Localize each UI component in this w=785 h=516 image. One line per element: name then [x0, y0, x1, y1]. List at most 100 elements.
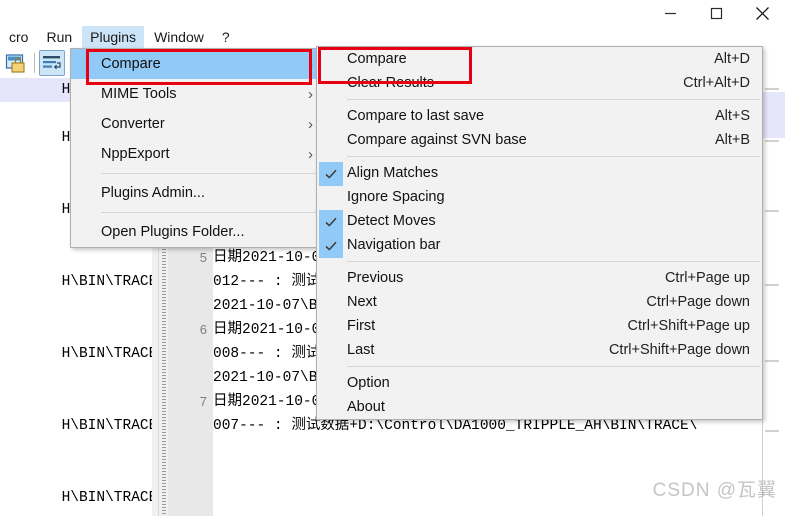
line-number — [168, 270, 207, 294]
compare-submenu[interactable]: Compare Alt+D Clear Results Ctrl+Alt+D Compa… — [316, 46, 763, 420]
menu-item-shortcut: Ctrl+Page down — [646, 294, 750, 310]
line-number — [168, 366, 207, 390]
navbar-marker — [765, 88, 779, 90]
compare-menu-item-navigation-bar[interactable]: Navigation bar — [317, 233, 762, 258]
menu-item-shortcut: Alt+D — [714, 51, 750, 67]
menu-item-label: MIME Tools — [101, 86, 177, 102]
compare-menu-item-next[interactable]: Next Ctrl+Page down — [317, 290, 762, 314]
toolbar-separator — [34, 53, 35, 73]
save-all-locked-icon — [5, 54, 25, 73]
title-bar — [0, 0, 785, 26]
menu-item-shortcut: Alt+S — [714, 108, 750, 124]
menu-separator — [101, 173, 319, 174]
left-code-line — [0, 318, 152, 342]
compare-menu-item-clear-results[interactable]: Clear Results Ctrl+Alt+D — [317, 71, 762, 95]
plugins-dropdown-menu[interactable]: Compare › MIME Tools › Converter › NppExport › P… — [70, 48, 322, 248]
menu-item-label: Detect Moves — [347, 213, 436, 229]
compare-menu-item-compare-against-svn-base[interactable]: Compare against SVN base Alt+B — [317, 128, 762, 152]
menubar-item-macro[interactable]: cro — [1, 26, 36, 48]
line-number — [168, 342, 207, 366]
menubar-item-help[interactable]: ? — [214, 26, 238, 48]
menu-item-label: Compare — [101, 56, 161, 72]
menu-item-shortcut: Ctrl+Shift+Page up — [627, 318, 750, 334]
compare-menu-item-ignore-spacing[interactable]: Ignore Spacing — [317, 185, 762, 209]
navbar-marker — [765, 360, 779, 362]
save-all-locked-button[interactable] — [3, 50, 29, 76]
menu-item-label: About — [347, 399, 385, 415]
menu-bar: cro Run Plugins Window ? — [0, 26, 785, 48]
compare-navigation-bar[interactable] — [762, 78, 785, 516]
compare-menu-item-about[interactable]: About — [317, 395, 762, 419]
chevron-right-icon: › — [308, 115, 313, 133]
compare-menu-item-align-matches[interactable]: Align Matches — [317, 161, 762, 186]
check-icon — [325, 241, 337, 251]
left-code-line — [0, 438, 152, 462]
menu-item-shortcut: Ctrl+Page up — [664, 270, 750, 286]
left-code-line — [0, 246, 152, 270]
chevron-right-icon: › — [308, 145, 313, 163]
navbar-marker — [765, 140, 779, 142]
menu-item-label: Compare — [347, 51, 407, 67]
menu-item-checkbox[interactable] — [319, 210, 343, 234]
word-wrap-button[interactable] — [39, 50, 65, 76]
line-number: 7 — [199, 394, 207, 409]
menubar-item-run[interactable]: Run — [38, 26, 80, 48]
line-number — [168, 294, 207, 318]
menu-item-shortcut: Alt+B — [714, 132, 750, 148]
word-wrap-icon — [43, 56, 61, 70]
line-number — [168, 414, 207, 438]
check-icon — [325, 217, 337, 227]
left-code-line: H\BIN\TRACE\ — [61, 490, 152, 506]
maximize-icon — [710, 7, 722, 19]
menu-item-label: Align Matches — [347, 165, 439, 181]
left-code-line — [0, 462, 152, 486]
check-icon — [325, 169, 337, 179]
compare-menu-item-option[interactable]: Option — [317, 371, 762, 395]
menu-item-checkbox[interactable] — [319, 234, 343, 258]
plugins-menu-item-mime-tools[interactable]: MIME Tools › — [71, 79, 321, 109]
left-code-line — [0, 294, 152, 318]
compare-menu-item-previous[interactable]: Previous Ctrl+Page up — [317, 266, 762, 290]
line-number: 5 — [199, 250, 207, 265]
plugins-menu-item-compare[interactable]: Compare › — [71, 49, 321, 79]
left-code-line: H\BIN\TRACE\ — [61, 418, 152, 434]
menu-item-checkbox[interactable] — [319, 162, 343, 186]
menu-item-label: Open Plugins Folder... — [101, 224, 245, 240]
chevron-right-icon: › — [308, 55, 313, 73]
left-code-line: H\BIN\TRACE\ — [61, 346, 152, 362]
menubar-item-plugins[interactable]: Plugins — [82, 26, 145, 48]
navbar-current-block — [763, 92, 785, 138]
window-controls — [647, 0, 785, 26]
compare-menu-item-detect-moves[interactable]: Detect Moves — [317, 209, 762, 234]
plugins-menu-item-plugins-admin[interactable]: Plugins Admin... — [71, 178, 321, 208]
menu-item-label: Plugins Admin... — [101, 185, 205, 201]
minimize-icon — [664, 12, 676, 14]
compare-menu-item-first[interactable]: First Ctrl+Shift+Page up — [317, 314, 762, 338]
menu-item-label: First — [347, 318, 376, 334]
compare-menu-item-last[interactable]: Last Ctrl+Shift+Page down — [317, 338, 762, 362]
menu-item-label: Compare to last save — [347, 108, 485, 124]
menu-item-label: Previous — [347, 270, 404, 286]
compare-menu-item-compare-to-last-save[interactable]: Compare to last save Alt+S — [317, 104, 762, 128]
menu-item-shortcut: Ctrl+Alt+D — [683, 75, 750, 91]
menu-item-label: Next — [347, 294, 377, 310]
compare-menu-item-compare[interactable]: Compare Alt+D — [317, 47, 762, 71]
maximize-button[interactable] — [693, 0, 739, 26]
plugins-menu-item-nppexport[interactable]: NppExport › — [71, 139, 321, 169]
menu-separator — [347, 99, 760, 100]
close-button[interactable] — [739, 0, 785, 26]
menu-item-label: Clear Results — [347, 75, 435, 91]
minimize-button[interactable] — [647, 0, 693, 26]
menu-separator — [347, 261, 760, 262]
plugins-menu-item-open-plugins-folder[interactable]: Open Plugins Folder... — [71, 217, 321, 247]
navbar-marker — [765, 210, 779, 212]
close-icon — [755, 6, 769, 20]
menu-item-label: Ignore Spacing — [347, 189, 445, 205]
left-code-line: H\BIN\TRACE\ — [61, 274, 152, 290]
chevron-right-icon: › — [308, 85, 313, 103]
menu-item-label: Compare against SVN base — [347, 132, 527, 148]
plugins-menu-item-converter[interactable]: Converter › — [71, 109, 321, 139]
menu-item-label: Last — [347, 342, 375, 358]
menu-separator — [347, 366, 760, 367]
menubar-item-window[interactable]: Window — [146, 26, 212, 48]
